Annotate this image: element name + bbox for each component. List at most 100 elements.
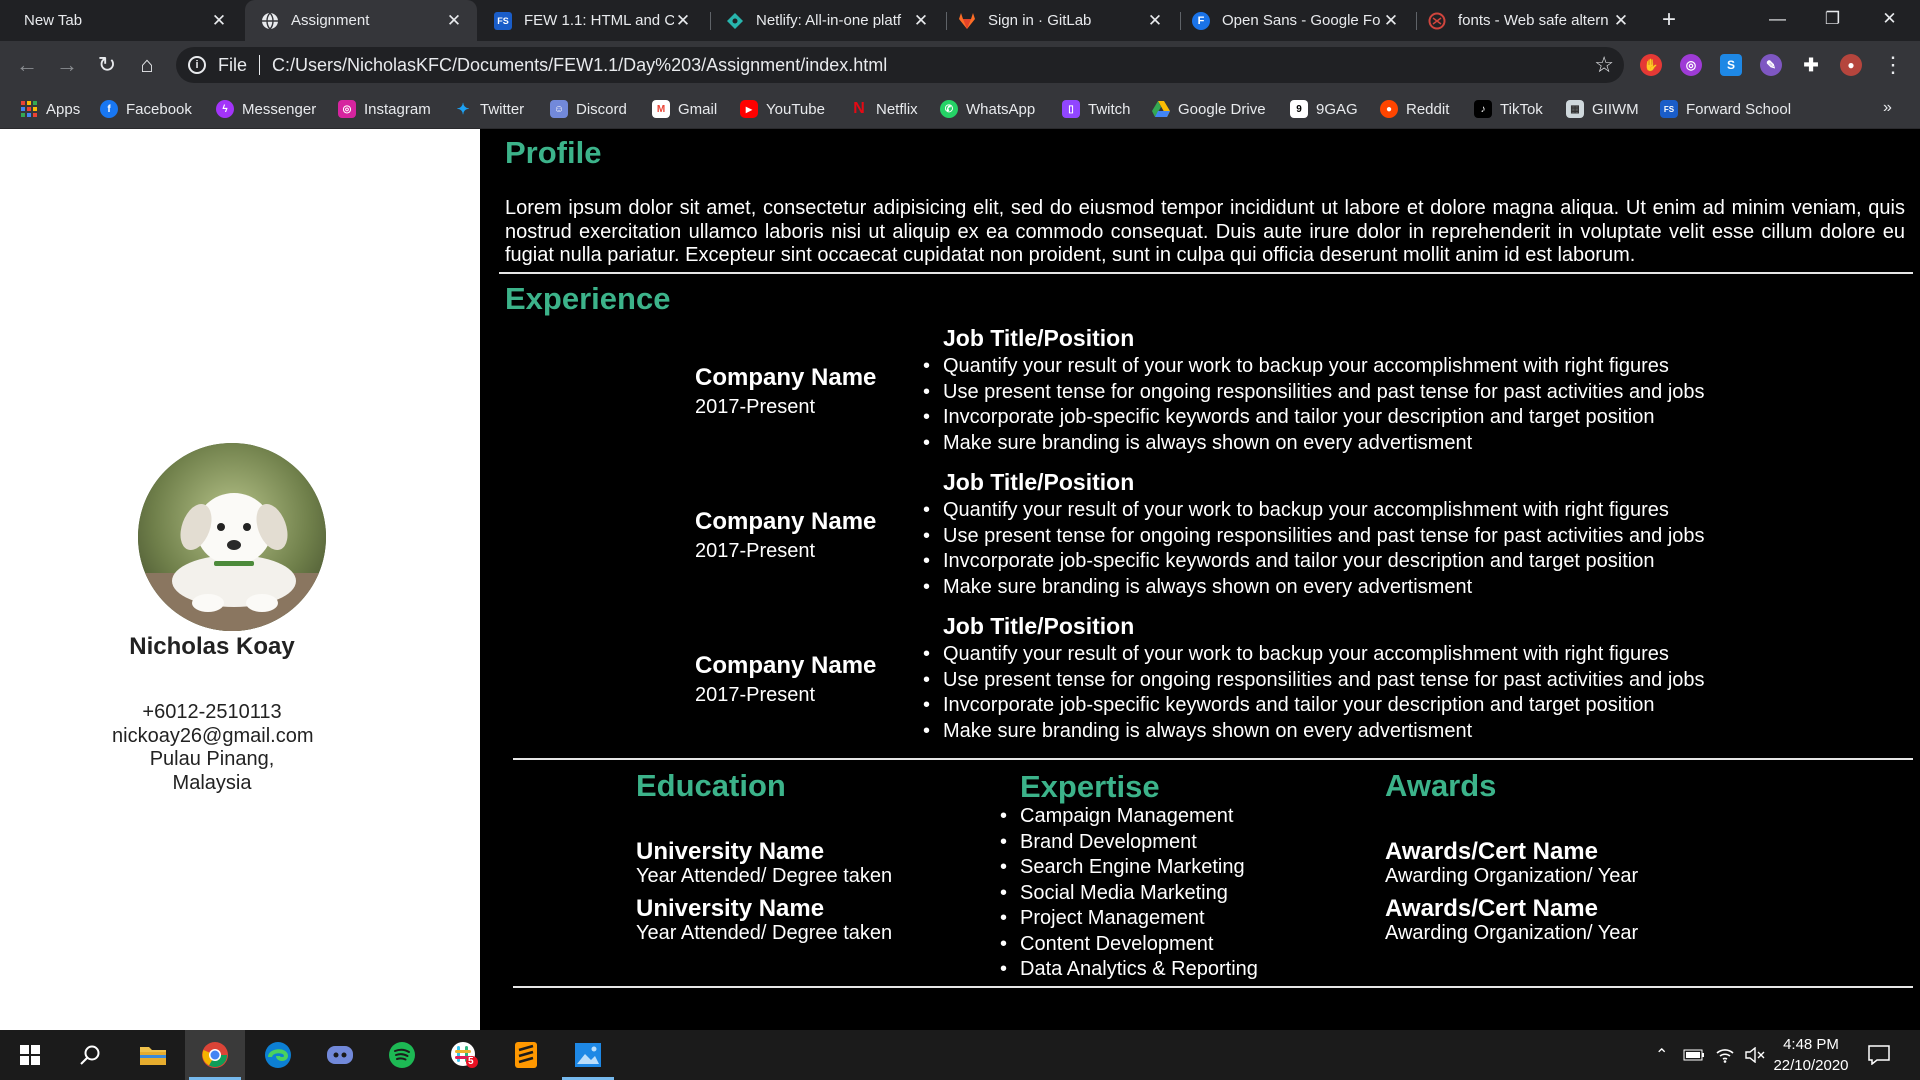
tab-assignment[interactable]: Assignment ✕ — [245, 0, 477, 41]
minimize-button[interactable]: — — [1750, 0, 1805, 41]
close-tab-icon[interactable]: ✕ — [912, 11, 930, 31]
forward-school-icon: FS — [494, 11, 512, 30]
education-heading: Education — [636, 768, 786, 803]
forward-button[interactable]: → — [52, 50, 82, 80]
tab-google-fonts[interactable]: F Open Sans - Google Fo ✕ — [1182, 0, 1414, 41]
bookmark-label: WhatsApp — [966, 100, 1036, 118]
bookmark-youtube[interactable]: ▶ YouTube — [740, 97, 825, 121]
extensions-puzzle-icon[interactable]: ✚ — [1800, 54, 1822, 76]
photos-icon[interactable] — [558, 1030, 618, 1080]
whatsapp-icon: ✆ — [940, 100, 958, 118]
discord-icon[interactable] — [310, 1030, 370, 1080]
apps-grid-icon — [20, 100, 38, 118]
profile-avatar-icon[interactable]: ● — [1840, 54, 1862, 76]
tab-gitlab[interactable]: Sign in · GitLab ✕ — [948, 0, 1178, 41]
bookmark-messenger[interactable]: ϟ Messenger — [216, 97, 316, 121]
tab-label: New Tab — [24, 12, 83, 29]
bookmark-label: Instagram — [364, 100, 431, 118]
spotify-icon[interactable] — [372, 1030, 432, 1080]
tab-stackexchange[interactable]: fonts - Web safe altern ✕ — [1418, 0, 1644, 41]
phone-number: +6012-2510113 — [142, 701, 282, 723]
address-divider — [259, 55, 261, 75]
new-tab-button[interactable]: + — [1655, 6, 1683, 34]
battery-icon[interactable] — [1683, 1030, 1705, 1080]
tiktok-icon: ♪ — [1474, 100, 1492, 118]
sublime-text-icon[interactable] — [496, 1030, 556, 1080]
tab-strip: New Tab ✕ Assignment ✕ FS FEW 1.1: HTML … — [0, 0, 1920, 41]
profile-sidebar: Nicholas Koay +6012-2510113 nickoay26@gm… — [0, 129, 480, 1030]
bookmark-twitch[interactable]: ▯ Twitch — [1062, 97, 1131, 121]
extension-badge-icon[interactable]: ◎ — [1680, 54, 1702, 76]
job-entry: Company Name 2017-Present Job Title/Posi… — [480, 613, 1920, 757]
search-icon[interactable] — [60, 1030, 120, 1080]
job-bullets: Quantify your result of your work to bac… — [943, 642, 1705, 744]
menu-kebab-icon[interactable]: ⋮ — [1882, 51, 1904, 79]
expertise-heading: Expertise — [1020, 769, 1160, 804]
tab-label: FEW 1.1: HTML and CS — [524, 12, 674, 29]
system-clock[interactable]: 4:48 PM 22/10/2020 — [1766, 1034, 1856, 1076]
bookmark-instagram[interactable]: ◎ Instagram — [338, 97, 431, 121]
bookmark-forward-school[interactable]: FS Forward School — [1660, 97, 1791, 121]
location: Pulau Pinang, Malaysia — [149, 748, 275, 794]
notification-center-icon[interactable] — [1868, 1030, 1890, 1080]
education-item: University Name Year Attended/ Degree ta… — [636, 895, 892, 944]
close-tab-icon[interactable]: ✕ — [1382, 11, 1400, 31]
bookmark-giiwm[interactable]: ▦ GIIWM — [1566, 97, 1639, 121]
job-bullet: Use present tense for ongoing responsili… — [943, 524, 1705, 550]
extension-hand-icon[interactable]: ✋ — [1640, 54, 1662, 76]
job-bullet: Quantify your result of your work to bac… — [943, 498, 1705, 524]
bookmark-netflix[interactable]: N Netflix — [850, 97, 917, 121]
file-explorer-icon[interactable] — [123, 1030, 183, 1080]
wifi-icon[interactable] — [1715, 1030, 1735, 1080]
back-button[interactable]: ← — [12, 50, 42, 80]
tab-new-tab[interactable]: New Tab ✕ — [0, 0, 242, 41]
bookmark-label: Gmail — [678, 100, 718, 118]
slack-icon[interactable]: 5 — [434, 1030, 494, 1080]
bookmark-9gag[interactable]: 9 9GAG — [1290, 97, 1358, 121]
chrome-icon[interactable] — [185, 1030, 245, 1080]
close-tab-icon[interactable]: ✕ — [674, 11, 692, 31]
twitch-icon: ▯ — [1062, 100, 1080, 118]
bookmark-gmail[interactable]: M Gmail — [652, 97, 717, 121]
tab-few[interactable]: FS FEW 1.1: HTML and CS ✕ — [480, 0, 706, 41]
edge-icon[interactable] — [248, 1030, 308, 1080]
reddit-icon: ● — [1380, 100, 1398, 118]
close-tab-icon[interactable]: ✕ — [1146, 11, 1164, 31]
bookmark-twitter[interactable]: ✦ Twitter — [454, 97, 524, 121]
volume-muted-icon[interactable] — [1745, 1030, 1767, 1080]
extension-pen-icon[interactable]: ✎ — [1760, 54, 1782, 76]
tab-netlify[interactable]: Netlify: All-in-one platf ✕ — [712, 0, 944, 41]
bookmark-google-drive[interactable]: Google Drive — [1152, 97, 1266, 121]
more-bookmarks-button[interactable]: » — [1883, 99, 1892, 117]
job-title: Job Title/Position — [943, 325, 1135, 351]
windows-start-icon[interactable] — [0, 1030, 60, 1080]
address-bar[interactable]: i File C:/Users/NicholasKFC/Documents/FE… — [176, 47, 1624, 83]
bookmark-facebook[interactable]: f Facebook — [100, 97, 192, 121]
show-hidden-icons-button[interactable]: ⌃ — [1655, 1030, 1668, 1080]
home-button[interactable]: ⌂ — [132, 50, 162, 80]
gmail-icon: M — [652, 100, 670, 118]
job-bullet: Invcorporate job-specific keywords and t… — [943, 405, 1705, 431]
job-dates: 2017-Present — [695, 684, 816, 706]
bookmark-star-icon[interactable]: ☆ — [1594, 52, 1614, 78]
tab-divider — [946, 12, 947, 30]
restore-button[interactable]: ❐ — [1805, 0, 1860, 41]
info-icon[interactable]: i — [188, 56, 206, 74]
university-name: University Name — [636, 895, 825, 922]
award-name: Awards/Cert Name — [1385, 895, 1598, 922]
close-tab-icon[interactable]: ✕ — [210, 11, 228, 31]
close-window-button[interactable]: ✕ — [1862, 0, 1917, 41]
bookmark-whatsapp[interactable]: ✆ WhatsApp — [940, 97, 1035, 121]
extension-s-icon[interactable]: S — [1720, 54, 1742, 76]
messenger-icon: ϟ — [216, 100, 234, 118]
bookmark-discord[interactable]: ☺ Discord — [550, 97, 627, 121]
bookmark-label: Reddit — [1406, 100, 1450, 118]
giiwm-icon: ▦ — [1566, 100, 1584, 118]
job-bullets: Quantify your result of your work to bac… — [943, 498, 1705, 600]
close-tab-icon[interactable]: ✕ — [445, 11, 463, 31]
bookmark-tiktok[interactable]: ♪ TikTok — [1474, 97, 1543, 121]
bookmark-reddit[interactable]: ● Reddit — [1380, 97, 1449, 121]
close-tab-icon[interactable]: ✕ — [1612, 11, 1630, 31]
bookmark-apps[interactable]: Apps — [20, 97, 80, 121]
reload-button[interactable]: ↻ — [92, 50, 122, 80]
